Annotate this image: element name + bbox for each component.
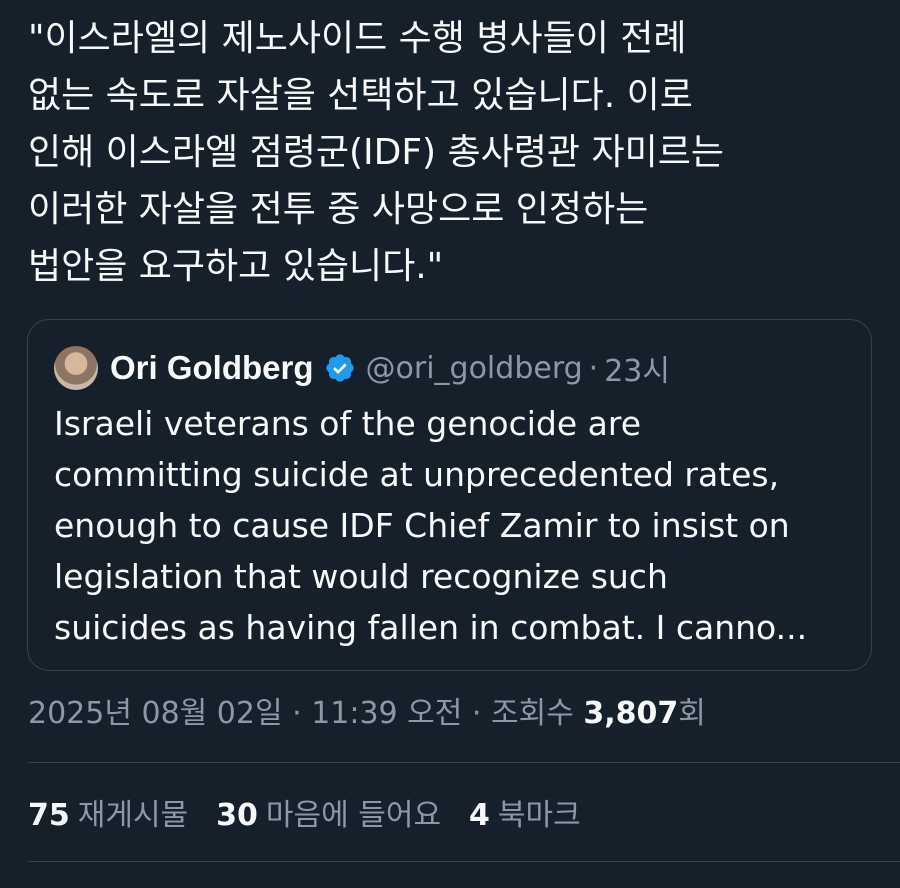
verified-badge-icon — [324, 352, 356, 384]
quoted-author-handle[interactable]: @ori_goldberg — [366, 351, 583, 386]
quoted-tweet-header: Ori Goldberg @ori_goldberg · 23시 — [54, 344, 670, 392]
divider — [28, 762, 900, 763]
bookmarks-label: 북마크 — [497, 798, 581, 833]
reposts-count: 75 — [28, 798, 70, 833]
tweet-text: "이스라엘의 제노사이드 수행 병사들이 전례 없는 속도로 자살을 선택하고 … — [28, 18, 724, 287]
reposts-label: 재게시물 — [77, 798, 189, 833]
header-separator: · — [588, 350, 599, 386]
engagement-stats: 75 재게시물 30 마음에 들어요 4 북마크 — [28, 792, 581, 840]
meta-separator: · — [462, 696, 491, 731]
quoted-tweet-time[interactable]: 23시 — [604, 346, 670, 390]
views-label: 조회수 — [491, 696, 584, 731]
likes-count: 30 — [216, 798, 258, 833]
quoted-tweet-card[interactable]: Ori Goldberg @ori_goldberg · 23시 Israeli… — [27, 319, 872, 671]
tweet-time[interactable]: 11:39 오전 — [311, 696, 462, 731]
reposts-stat[interactable]: 75 재게시물 — [28, 792, 188, 840]
likes-label: 마음에 들어요 — [265, 798, 442, 833]
bookmarks-count: 4 — [469, 798, 490, 833]
divider — [28, 861, 900, 862]
tweet-meta: 2025년 08월 02일 · 11:39 오전 · 조회수 3,807회 — [28, 690, 706, 738]
views-count: 3,807 — [583, 696, 679, 731]
quoted-author-name[interactable]: Ori Goldberg — [110, 349, 314, 387]
bookmarks-stat[interactable]: 4 북마크 — [469, 792, 581, 840]
tweet-date[interactable]: 2025년 08월 02일 — [28, 696, 283, 731]
meta-separator: · — [282, 696, 312, 731]
quoted-tweet-text: Israeli veterans of the genocide are com… — [54, 404, 808, 647]
likes-stat[interactable]: 30 마음에 들어요 — [216, 792, 441, 840]
avatar[interactable] — [54, 346, 98, 390]
views-suffix: 회 — [678, 696, 706, 731]
